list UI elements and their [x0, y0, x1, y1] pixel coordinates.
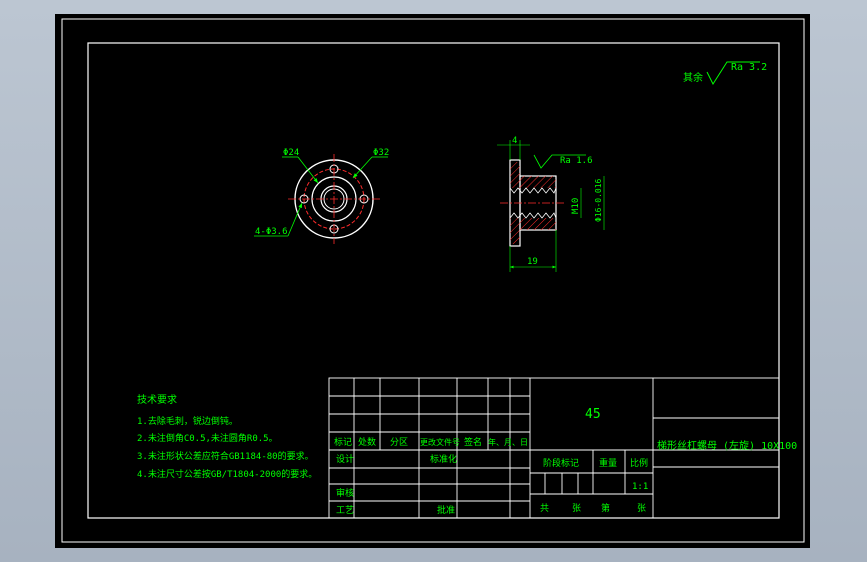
drawing-name: 梯形丝杠螺母 (左旋) 10X100 — [657, 439, 797, 452]
roughness-note-value: Ra 3.2 — [731, 62, 767, 73]
hdr-signature: 签名 — [464, 436, 482, 448]
hdr-weight: 重量 — [599, 457, 617, 469]
flange-hatch-top — [510, 162, 520, 176]
dim-inner-circle: Φ24 — [283, 148, 299, 158]
dim-outer-diameter: Φ16-0.016 — [594, 178, 603, 222]
roughness-note-label: 其余 — [683, 71, 703, 84]
hdr-total: 共 — [540, 503, 549, 514]
hdr-process: 工艺 — [336, 505, 354, 516]
tech-title: 技术要求 — [137, 393, 177, 406]
body-hatch-bottom — [510, 218, 556, 230]
material: 45 — [585, 407, 601, 422]
hdr-mark: 标记 — [334, 436, 352, 448]
hdr-date: 年、月、日 — [488, 437, 528, 447]
hdr-page: 第 — [601, 502, 610, 514]
hdr-count: 处数 — [358, 436, 376, 448]
body-hatch-top — [510, 176, 556, 188]
hdr-sheets: 张 — [572, 503, 581, 514]
dim-bolt-circle: Φ32 — [373, 148, 389, 158]
hdr-standardize: 标准化 — [430, 453, 457, 465]
hdr-stage-mark: 阶段标记 — [543, 457, 579, 469]
hdr-design: 设计 — [336, 453, 354, 465]
flange-hatch-bottom — [510, 230, 520, 244]
dim-length: 19 — [527, 257, 538, 267]
tech-item-4: 4.未注尺寸公差按GB/T1804-2000的要求。 — [137, 468, 317, 480]
hdr-sheet: 张 — [637, 503, 646, 514]
hdr-zone: 分区 — [390, 437, 408, 448]
hdr-scale: 比例 — [630, 457, 648, 469]
tech-item-3: 3.未注形状公差应符合GB1184-80的要求。 — [137, 450, 314, 462]
dim-thread: M10 — [571, 198, 581, 214]
hdr-approve: 批准 — [437, 504, 455, 516]
dim-flange-thickness: 4 — [512, 136, 517, 146]
tech-item-2: 2.未注倒角C0.5,未注圆角R0.5。 — [137, 432, 278, 444]
cad-drawing-viewport: 其余 Ra 3.2 Φ24 Φ32 4-Φ3.6 4 Ra 1.6 M10 Φ1… — [55, 14, 810, 548]
hdr-change-doc: 更改文件号 — [420, 437, 460, 447]
hdr-review: 审核 — [336, 487, 354, 499]
side-roughness: Ra 1.6 — [560, 156, 593, 166]
dim-holes: 4-Φ3.6 — [255, 227, 288, 237]
tech-item-1: 1.去除毛刺，锐边倒钝。 — [137, 415, 238, 427]
scale-value: 1:1 — [632, 482, 648, 492]
